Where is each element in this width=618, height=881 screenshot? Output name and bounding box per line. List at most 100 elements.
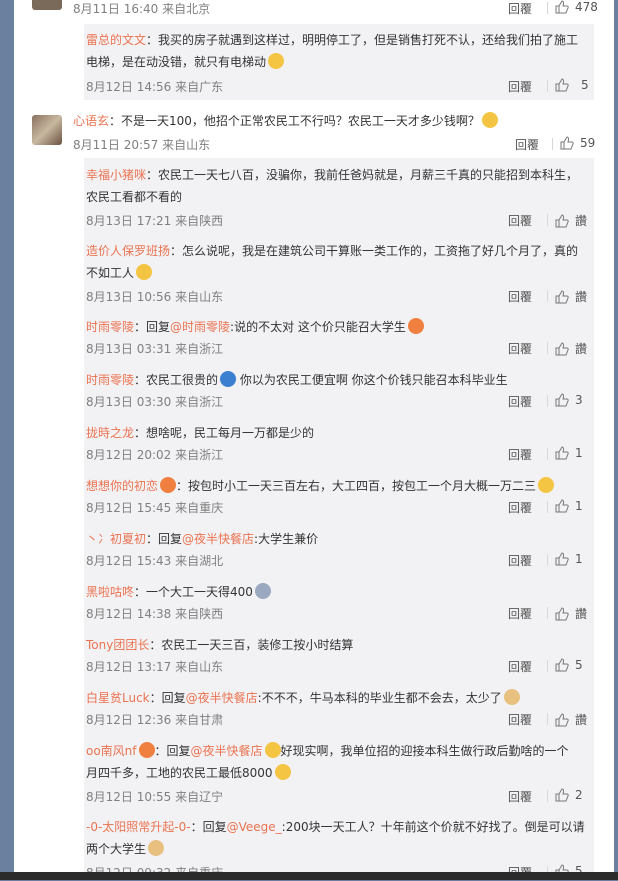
like-count: 5 (575, 658, 583, 672)
reply-timestamp: 8月12日 15:43 来自湖北 (86, 554, 224, 568)
reply-text: 雷总的文文：我买的房子就遇到这样过，明明停工了，但是销售打死不认，还给我们拍了施… (86, 29, 586, 73)
like-count: 讚 (575, 713, 588, 727)
reply-button[interactable]: 回覆 (508, 605, 532, 622)
reply-button[interactable]: 回覆 (515, 136, 539, 153)
user-name-link[interactable]: 丶冫初夏初 (86, 532, 146, 546)
mention-link[interactable]: @时雨零陵 (170, 320, 230, 334)
user-name-link[interactable]: -0-太阳照常升起-0- (86, 820, 191, 834)
reply-button[interactable]: 回覆 (508, 658, 532, 675)
reply-timestamp: 8月12日 14:56 来自广东 (86, 80, 224, 94)
crying-emoji-icon (254, 583, 271, 599)
like-button[interactable]: 讚 (555, 711, 587, 728)
reply-timestamp: 8月12日 14:38 来自陕西 (86, 607, 224, 621)
reply-prefix: ：回复 (154, 744, 191, 758)
like-count: 讚 (575, 342, 588, 356)
like-count: 讚 (575, 214, 588, 228)
reply-prefix: ：回复 (146, 532, 183, 546)
like-count: 3 (575, 393, 583, 407)
reply-button[interactable]: 回覆 (508, 78, 532, 95)
comment-text: 心语玄：不是一天100，他招个正常农民工不行吗？农民工一天才多少钱啊？ (73, 110, 498, 132)
laughing-emoji-icon (268, 53, 285, 69)
like-button[interactable]: 3 (555, 393, 583, 407)
thumbs-up-icon (555, 341, 569, 355)
reply-body: :大学生兼价 (254, 532, 319, 546)
thumbs-up-icon (555, 0, 569, 14)
surprised-emoji-icon (407, 318, 424, 334)
doge-emoji-icon (220, 371, 237, 387)
like-button[interactable]: 1 (555, 552, 583, 566)
user-name-link[interactable]: 雷总的文文 (86, 33, 146, 47)
like-count: 59 (580, 136, 596, 150)
reply-button[interactable]: 回覆 (508, 788, 532, 805)
user-name-link[interactable]: 时雨零陵 (86, 373, 134, 387)
thumbs-up-icon (555, 658, 569, 672)
user-name-link[interactable]: 时雨零陵 (86, 320, 134, 334)
reply-body: :不不不，牛马本科的毕业生都不会去，太少了 (257, 691, 502, 705)
thumbs-up-icon (555, 606, 569, 620)
thumbs-up-icon (555, 78, 569, 92)
reply-button[interactable]: 回覆 (508, 711, 532, 728)
reply-body-line2: 两个大学生 (86, 842, 147, 856)
like-count: 1 (575, 446, 583, 460)
avatar[interactable] (32, 115, 62, 145)
divider (547, 713, 548, 725)
reply-prefix: ：回复 (149, 691, 186, 705)
like-button[interactable]: 讚 (555, 340, 587, 357)
user-name-link[interactable]: 拢時之龙 (86, 426, 134, 440)
user-name-link[interactable]: 幸福小猪咪 (86, 168, 146, 182)
like-button[interactable]: 2 (555, 788, 583, 802)
reply-timestamp: 8月13日 03:31 来自浙江 (86, 342, 224, 356)
comment-page: 8月11日 16:40 来自北京 回覆 478 雷总的文文：我买的房子就遇到这样… (14, 0, 614, 880)
like-count: 2 (575, 788, 583, 802)
divider (547, 80, 548, 92)
reply-button[interactable]: 回覆 (508, 340, 532, 357)
reply-button[interactable]: 回覆 (508, 499, 532, 516)
like-button[interactable]: 1 (555, 499, 583, 513)
like-button[interactable]: 讚 (555, 605, 587, 622)
like-button[interactable]: 5 (555, 658, 583, 672)
reply-text: 拢時之龙：想啥呢，民工每月一万都是少的 (86, 422, 586, 444)
like-button[interactable]: 讚 (555, 288, 587, 305)
reply-prefix: ：回复 (190, 820, 227, 834)
thumbs-up-icon (555, 788, 569, 802)
like-button[interactable]: 59 (560, 136, 595, 150)
mention-link[interactable]: @Veege_ (227, 820, 282, 834)
reply-text: 时雨零陵：农民工很贵的 你以为农民工便宜啊 你这个价钱只能召本科毕业生 (86, 369, 586, 391)
reply-button[interactable]: 回覆 (508, 552, 532, 569)
reply-body: ：我买的房子就遇到这样过，明明停工了，但是销售打死不认，还给我们拍了施工 (146, 33, 579, 47)
reply-timestamp: 8月12日 10:55 来自辽宁 (86, 790, 224, 804)
comment-body: ：不是一天100，他招个正常农民工不行吗？农民工一天才多少钱啊？ (109, 114, 480, 128)
reply-body-line2: 不如工人 (86, 266, 135, 280)
user-name-link[interactable]: 黑啦咕咚 (86, 585, 134, 599)
reply-button[interactable]: 回覆 (508, 446, 532, 463)
user-name-link[interactable]: 想想你的初恋 (86, 479, 158, 493)
reply-body: ：农民工一天三百，装修工按小时结算 (149, 638, 354, 652)
like-button[interactable]: 讚 (555, 212, 587, 229)
user-name-link[interactable]: 白星贫Luck (86, 691, 150, 705)
mention-link[interactable]: @夜半快餐店 (191, 744, 263, 758)
reply-button[interactable]: 回覆 (508, 288, 532, 305)
user-name-link[interactable]: Tony团团长 (86, 638, 149, 652)
mention-link[interactable]: @夜半快餐店 (186, 691, 258, 705)
taskbar-edge (0, 872, 618, 880)
sub-reply-box: 幸福小猪咪：农民工一天七八百，没骗你，我前任爸妈就是，月薪三千真的只能招到本科生… (84, 158, 594, 880)
divider (547, 501, 548, 513)
thumbs-up-icon (555, 213, 569, 227)
user-name-link[interactable]: 造价人保罗班扬 (86, 244, 170, 258)
thumbs-up-icon (555, 393, 569, 407)
like-button[interactable]: 478 (555, 0, 598, 14)
smile-emoji-icon (481, 112, 498, 128)
like-count: 讚 (575, 607, 588, 621)
mention-link[interactable]: @夜半快餐店 (182, 532, 254, 546)
reply-text: oo南风nf ：回复@夜半快餐店 好现实啊，我单位招的迎接本科生做行政后勤啥的一个 … (86, 740, 586, 784)
divider (547, 790, 548, 802)
reply-button[interactable]: 回覆 (508, 0, 532, 17)
avatar[interactable] (32, 0, 62, 10)
reply-button[interactable]: 回覆 (508, 212, 532, 229)
like-button[interactable]: 5 (555, 78, 589, 92)
reply-button[interactable]: 回覆 (508, 393, 532, 410)
like-button[interactable]: 1 (555, 446, 583, 460)
reply-timestamp: 8月12日 12:36 来自甘肃 (86, 713, 224, 727)
user-name-link[interactable]: 心语玄 (73, 114, 109, 128)
user-name-link[interactable]: oo南风nf (86, 744, 137, 758)
